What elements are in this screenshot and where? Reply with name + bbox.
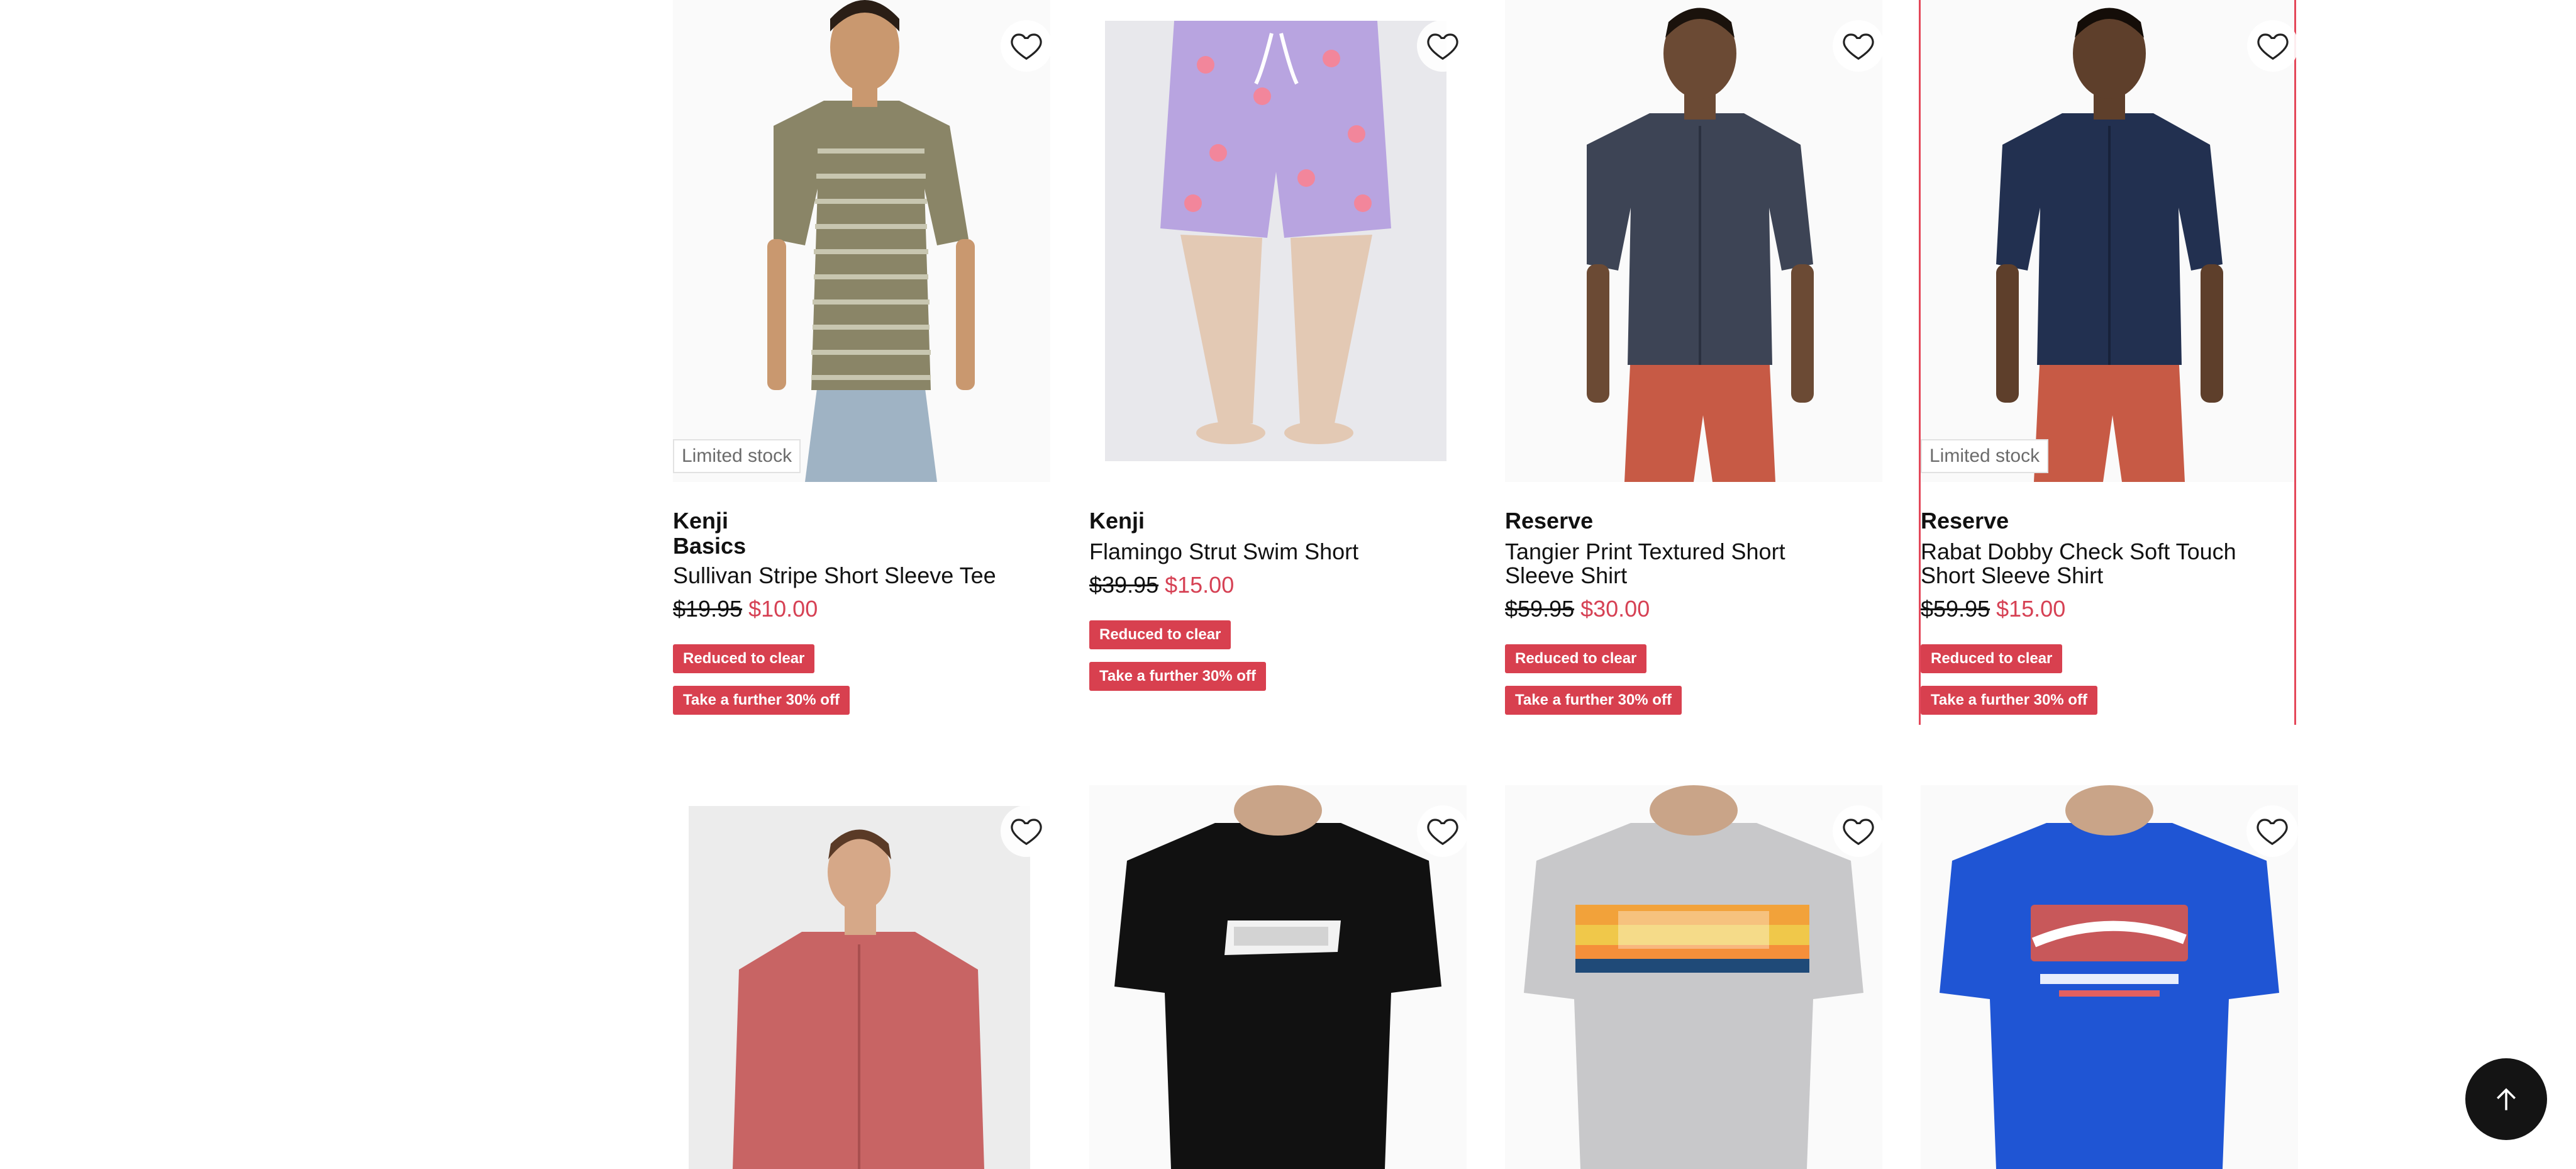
heart-outline-icon: [1843, 819, 1874, 846]
grey-superdry-stripe-tee-image: [1505, 785, 1882, 1169]
sale-price: $10.00: [748, 596, 818, 622]
wishlist-button[interactable]: [1833, 805, 1884, 857]
blue-superdry-vintage-tee-image: [1921, 785, 2298, 1169]
heart-outline-icon: [1843, 33, 1874, 60]
product-brand[interactable]: Reserve: [1921, 508, 2009, 534]
wishlist-button[interactable]: [1001, 20, 1052, 72]
product-image[interactable]: [1505, 0, 1882, 482]
product-price: $59.95 $30.00: [1505, 596, 1650, 622]
product-card[interactable]: [673, 785, 1052, 1169]
heart-outline-icon: [1427, 819, 1458, 846]
product-image[interactable]: [673, 0, 1050, 482]
back-to-top-button[interactable]: [2465, 1058, 2547, 1140]
product-name[interactable]: Flamingo Strut Swim Short: [1089, 540, 1467, 564]
heart-outline-icon: [1011, 33, 1042, 60]
navy-shirt-model-image: [1505, 0, 1882, 482]
red-linen-shirt-model-image: [689, 806, 1030, 1169]
black-superdry-tee-image: [1089, 785, 1467, 1169]
wishlist-button[interactable]: [1417, 805, 1468, 857]
product-brand[interactable]: Kenji Basics: [673, 508, 746, 559]
product-image[interactable]: [1089, 785, 1467, 1169]
sale-price: $30.00: [1580, 596, 1650, 622]
further-discount-tag: Take a further 30% off: [1505, 686, 1682, 715]
sale-price: $15.00: [1996, 596, 2066, 622]
further-discount-tag: Take a further 30% off: [1921, 686, 2097, 715]
product-brand[interactable]: Kenji: [1089, 508, 1145, 534]
product-image[interactable]: [689, 806, 1030, 1169]
product-card[interactable]: [1505, 785, 1884, 1169]
original-price: $39.95: [1089, 572, 1159, 598]
product-name[interactable]: Rabat Dobby Check Soft Touch Short Sleev…: [1921, 540, 2294, 588]
product-image[interactable]: [1921, 785, 2298, 1169]
striped-tee-model-image: [673, 0, 1050, 482]
wishlist-button[interactable]: [1001, 805, 1052, 857]
sale-price: $15.00: [1165, 572, 1235, 598]
reduced-tag: Reduced to clear: [1089, 620, 1231, 649]
product-card[interactable]: Limited stock Reserve Rabat Dobby Check …: [1919, 0, 2299, 725]
wishlist-button[interactable]: [2246, 805, 2298, 857]
further-discount-tag: Take a further 30% off: [673, 686, 850, 715]
reduced-tag: Reduced to clear: [1505, 644, 1647, 673]
heart-outline-icon: [2257, 819, 2288, 846]
reduced-tag: Reduced to clear: [1921, 644, 2063, 673]
product-image[interactable]: [1505, 785, 1882, 1169]
further-discount-tag: Take a further 30% off: [1089, 662, 1266, 691]
product-price: $59.95 $15.00: [1921, 596, 2065, 622]
original-price: $19.95: [673, 596, 743, 622]
wishlist-button[interactable]: [1833, 20, 1884, 72]
product-card[interactable]: Reserve Tangier Print Textured Short Sle…: [1505, 0, 1884, 730]
product-brand[interactable]: Reserve: [1505, 508, 1593, 534]
product-price: $39.95 $15.00: [1089, 573, 1234, 598]
wishlist-button[interactable]: [2247, 20, 2299, 72]
product-card[interactable]: [1089, 785, 1468, 1169]
navy-dobby-shirt-model-image: [1921, 0, 2294, 482]
product-grid: Limited stock Kenji Basics Sullivan Stri…: [0, 0, 2576, 1169]
reduced-tag: Reduced to clear: [673, 644, 815, 673]
product-name[interactable]: Sullivan Stripe Short Sleeve Tee: [673, 564, 1050, 588]
product-card[interactable]: [1921, 785, 2298, 1169]
original-price: $59.95: [1505, 596, 1575, 622]
product-card[interactable]: Kenji Flamingo Strut Swim Short $39.95 $1…: [1089, 0, 1468, 730]
original-price: $59.95: [1921, 596, 1990, 622]
flamingo-swim-short-image: [1105, 21, 1446, 461]
heart-outline-icon: [1011, 819, 1042, 846]
heart-outline-icon: [2257, 33, 2289, 60]
limited-stock-badge: Limited stock: [673, 439, 801, 473]
arrow-up-icon: [2497, 1088, 2516, 1110]
product-image[interactable]: [1921, 0, 2294, 482]
limited-stock-badge: Limited stock: [1921, 439, 2049, 473]
product-card[interactable]: Limited stock Kenji Basics Sullivan Stri…: [673, 0, 1052, 730]
product-name[interactable]: Tangier Print Textured Short Sleeve Shir…: [1505, 540, 1857, 588]
product-image[interactable]: [1105, 21, 1446, 461]
wishlist-button[interactable]: [1417, 20, 1468, 72]
heart-outline-icon: [1427, 33, 1458, 60]
product-price: $19.95 $10.00: [673, 596, 818, 622]
